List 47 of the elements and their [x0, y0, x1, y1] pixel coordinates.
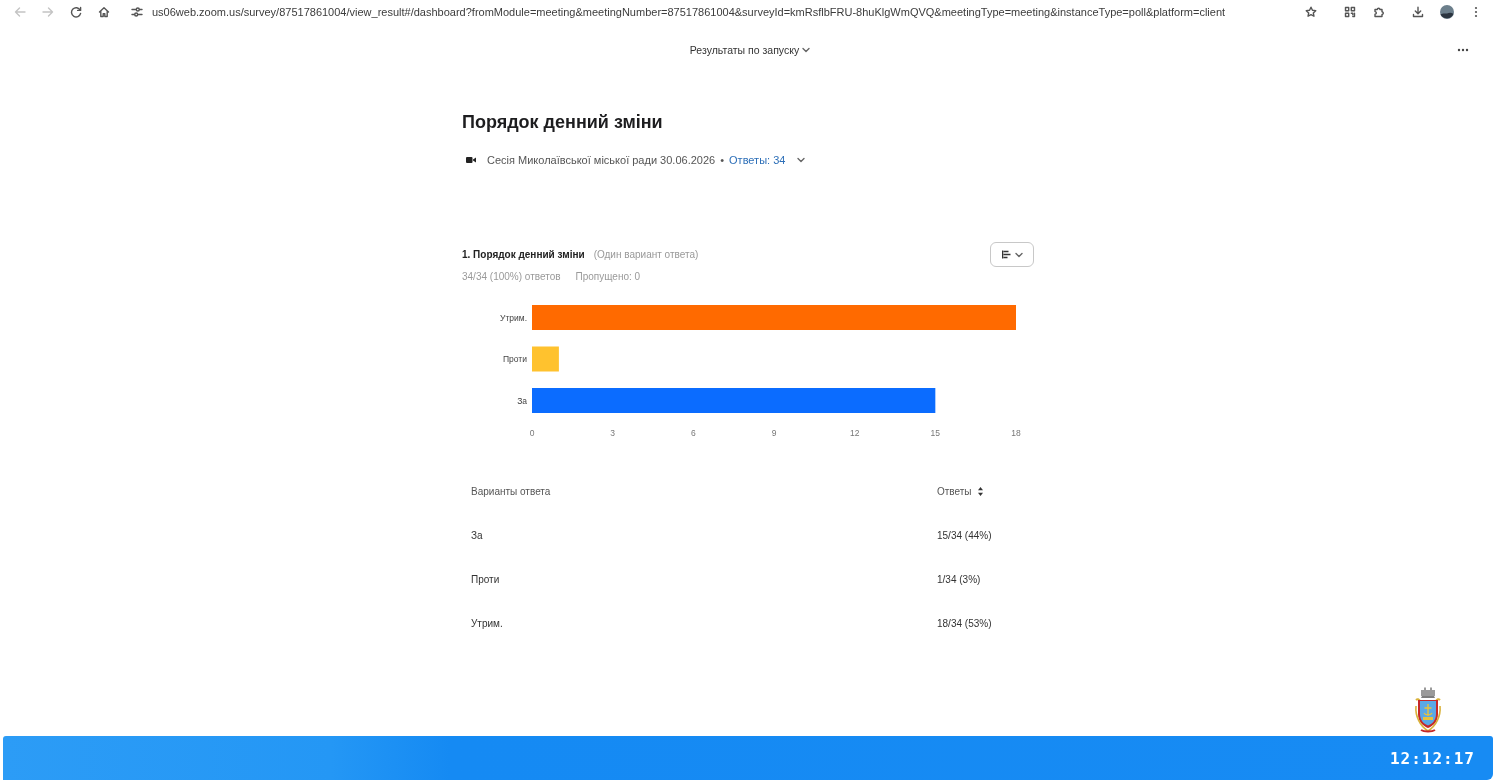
separator-dot: •	[720, 154, 725, 166]
sort-icon[interactable]	[977, 486, 983, 496]
launch-results-dropdown[interactable]: Результаты по запуску	[689, 44, 811, 56]
qr-code-icon[interactable]	[1344, 6, 1356, 18]
video-camera-icon	[466, 156, 476, 164]
bar	[532, 346, 559, 372]
chevron-down-icon[interactable]	[802, 47, 811, 53]
reload-icon[interactable]	[70, 6, 82, 18]
broadcast-clock: 12:12:17	[1389, 748, 1475, 768]
table-cell-text: 1/34 (3%)	[936, 572, 982, 587]
axis-tick-label: 3	[610, 428, 616, 438]
category-label: Утрим.	[500, 312, 527, 323]
menu-icon[interactable]	[1474, 6, 1478, 18]
axis-tick-label: 9	[771, 428, 777, 438]
answer-type-note: (Один вариант ответа)	[593, 249, 699, 260]
axis-tick-label: 15	[930, 428, 941, 438]
site-settings-icon[interactable]	[131, 6, 143, 18]
star-icon[interactable]	[1305, 6, 1317, 18]
bar-chart-icon	[1001, 250, 1012, 259]
address-bar-url[interactable]: us06web.zoom.us/survey/87517861004/view_result#/dashboard?fromModule=meeting&meetingNumber=87517861004&surveyId=kmRsflbFRU-8huKlgWmQVQ&meetingType=meeting&instanceType=poll&platform=client	[152, 6, 1226, 18]
column-header: Варианты ответа	[470, 484, 552, 499]
survey-title: Порядок денний зміни	[462, 111, 664, 134]
table-cell-text: 15/34 (44%)	[936, 528, 993, 543]
table-cell-text: Проти	[470, 572, 501, 587]
axis-tick-label: 18	[1011, 428, 1021, 438]
question-title: 1. Порядок денний зміни	[462, 249, 585, 260]
table-cell-text: Утрим.	[470, 616, 504, 631]
axis-tick-label: 0	[529, 428, 535, 438]
skipped-count: Пропущено: 0	[575, 270, 641, 284]
category-label: За	[517, 395, 527, 406]
puzzle-piece-icon[interactable]	[1373, 6, 1385, 18]
table-cell-text: 18/34 (53%)	[936, 616, 993, 631]
download-icon[interactable]	[1412, 6, 1424, 18]
answered-count: 34/34 (100%) ответов	[462, 270, 561, 284]
chevron-down-icon[interactable]	[797, 157, 806, 163]
column-header[interactable]: Ответы	[937, 485, 972, 497]
table-cell-text: За	[470, 528, 484, 543]
caret-icon	[1014, 251, 1023, 258]
meeting-name: Сесія Миколаївської міської ради 30.06.2026	[487, 154, 716, 166]
category-label: Проти	[502, 354, 527, 364]
axis-tick-label: 6	[690, 428, 696, 438]
more-icon[interactable]	[1457, 48, 1469, 52]
avatar-icon[interactable]	[1440, 5, 1454, 19]
home-icon[interactable]	[98, 6, 110, 18]
responses-link[interactable]: Ответы: 34	[729, 154, 786, 166]
chart-type-button[interactable]	[990, 242, 1034, 267]
axis-tick-label: 12	[849, 428, 860, 438]
